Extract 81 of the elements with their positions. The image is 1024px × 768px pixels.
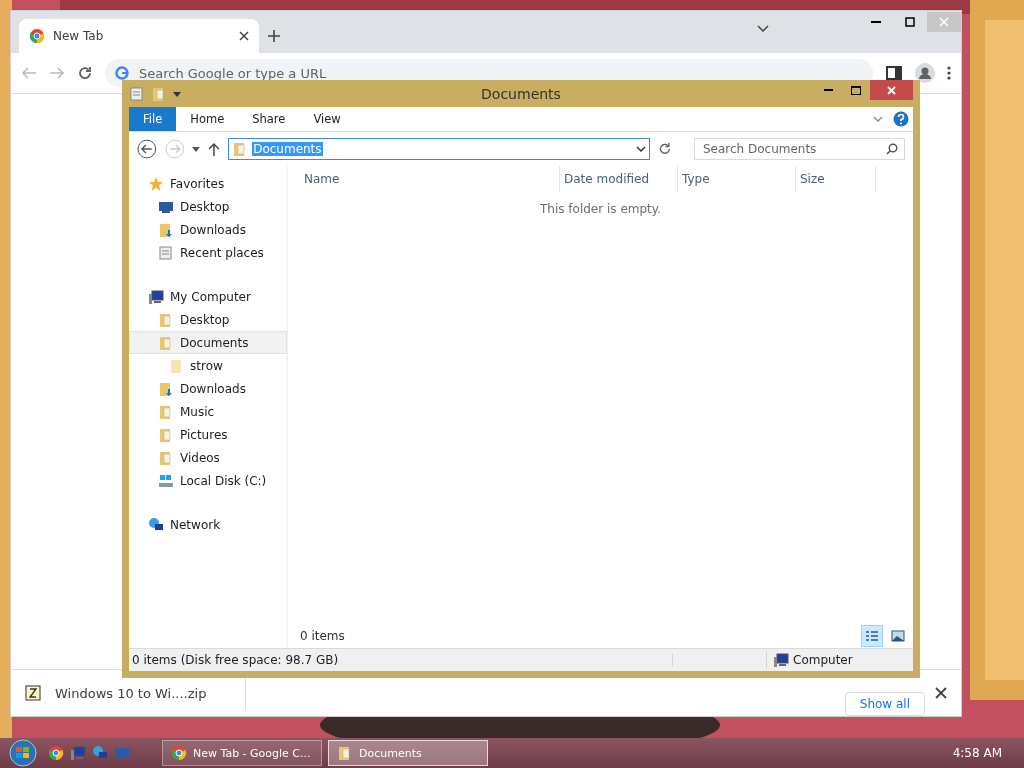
chevron-down-icon[interactable] (636, 145, 647, 153)
column-header[interactable]: Size (796, 166, 876, 192)
nav-item[interactable]: Local Disk (C:) (129, 469, 287, 492)
document-icon (158, 244, 174, 261)
folder-icon (158, 403, 174, 420)
nav-item[interactable]: Recent places (129, 241, 287, 264)
column-header[interactable]: Date modified (560, 166, 678, 192)
close-icon (887, 85, 896, 95)
taskbar-button[interactable]: Documents (328, 740, 488, 766)
nav-item[interactable]: Downloads (129, 218, 287, 241)
maximize-icon (905, 17, 915, 27)
browser-icon (171, 745, 187, 761)
clock: 4:58 AM (952, 746, 1003, 760)
column-header[interactable]: Type (678, 166, 796, 192)
star-icon (148, 175, 164, 192)
status-location: Computer (793, 653, 853, 667)
window-title: Documents (480, 85, 562, 102)
nav-item[interactable]: Videos (129, 446, 287, 469)
nav-item[interactable]: Favorites (129, 172, 287, 195)
folder-icon (151, 85, 167, 102)
dropdown-arrow-icon[interactable] (192, 145, 201, 153)
close-button[interactable] (870, 80, 913, 100)
document-icon (129, 85, 145, 102)
folder-icon (168, 357, 184, 374)
search-icon[interactable] (886, 143, 899, 155)
zip-file-icon (25, 685, 41, 701)
ribbon-tab[interactable]: File (129, 107, 177, 131)
reload-icon[interactable] (77, 65, 93, 81)
nav-item[interactable]: Network (129, 513, 287, 536)
nav-item[interactable]: My Computer (129, 285, 287, 308)
taskbar-button[interactable]: New Tab - Google C... (162, 740, 322, 766)
monitor-icon (114, 745, 130, 761)
nav-item[interactable]: Documents (129, 331, 287, 354)
close-icon (939, 17, 949, 27)
computer-icon (773, 652, 789, 668)
dropdown-arrow-icon[interactable] (173, 89, 181, 98)
profile-icon[interactable] (915, 63, 935, 83)
image-icon (891, 630, 905, 642)
chevron-down-icon[interactable] (757, 25, 769, 33)
folder-icon (158, 380, 174, 397)
browser-tab[interactable]: New Tab (19, 19, 259, 53)
minimize-icon (871, 21, 881, 23)
item-count: 0 items (300, 629, 345, 643)
folder-icon (158, 221, 174, 238)
browser-icon (48, 745, 64, 761)
column-header[interactable]: Name (300, 166, 560, 192)
folder-icon (158, 426, 174, 443)
more-menu-icon[interactable] (947, 66, 951, 80)
show-all-button[interactable]: Show all (844, 692, 925, 716)
up-arrow-icon[interactable] (208, 142, 221, 156)
empty-folder-message: This folder is empty. (540, 202, 661, 216)
folder-icon (158, 449, 174, 466)
nav-item[interactable]: Downloads (129, 377, 287, 400)
nav-item[interactable]: strow (129, 354, 287, 377)
list-icon (865, 630, 879, 642)
computer-icon (70, 745, 86, 761)
address-input[interactable]: Search Google or type a URL (137, 64, 863, 82)
nav-item[interactable]: Desktop (129, 195, 287, 218)
status-text: 0 items (Disk free space: 98.7 GB) (129, 653, 673, 667)
refresh-icon[interactable] (658, 142, 672, 156)
folder-icon (337, 745, 353, 761)
plus-icon[interactable] (267, 29, 281, 43)
details-view-button[interactable] (861, 625, 883, 647)
nav-item[interactable]: Pictures (129, 423, 287, 446)
network-icon (148, 516, 164, 533)
search-field[interactable]: Search Documents (693, 138, 906, 160)
disk-icon (158, 472, 174, 489)
nav-item[interactable]: Music (129, 400, 287, 423)
download-file-name[interactable]: Windows 10 to Wi....zip (55, 685, 207, 701)
computer-icon (148, 288, 164, 305)
close-icon[interactable] (239, 31, 249, 41)
folder-icon (158, 311, 174, 328)
network-icon (92, 745, 108, 761)
minimize-icon (823, 89, 833, 91)
close-icon[interactable] (935, 687, 947, 699)
browser-icon (29, 28, 45, 44)
folder-icon (158, 334, 174, 351)
google-icon (115, 66, 129, 80)
maximize-icon (851, 85, 861, 95)
nav-item[interactable]: Desktop (129, 308, 287, 331)
sidebar-icon[interactable] (885, 65, 903, 81)
